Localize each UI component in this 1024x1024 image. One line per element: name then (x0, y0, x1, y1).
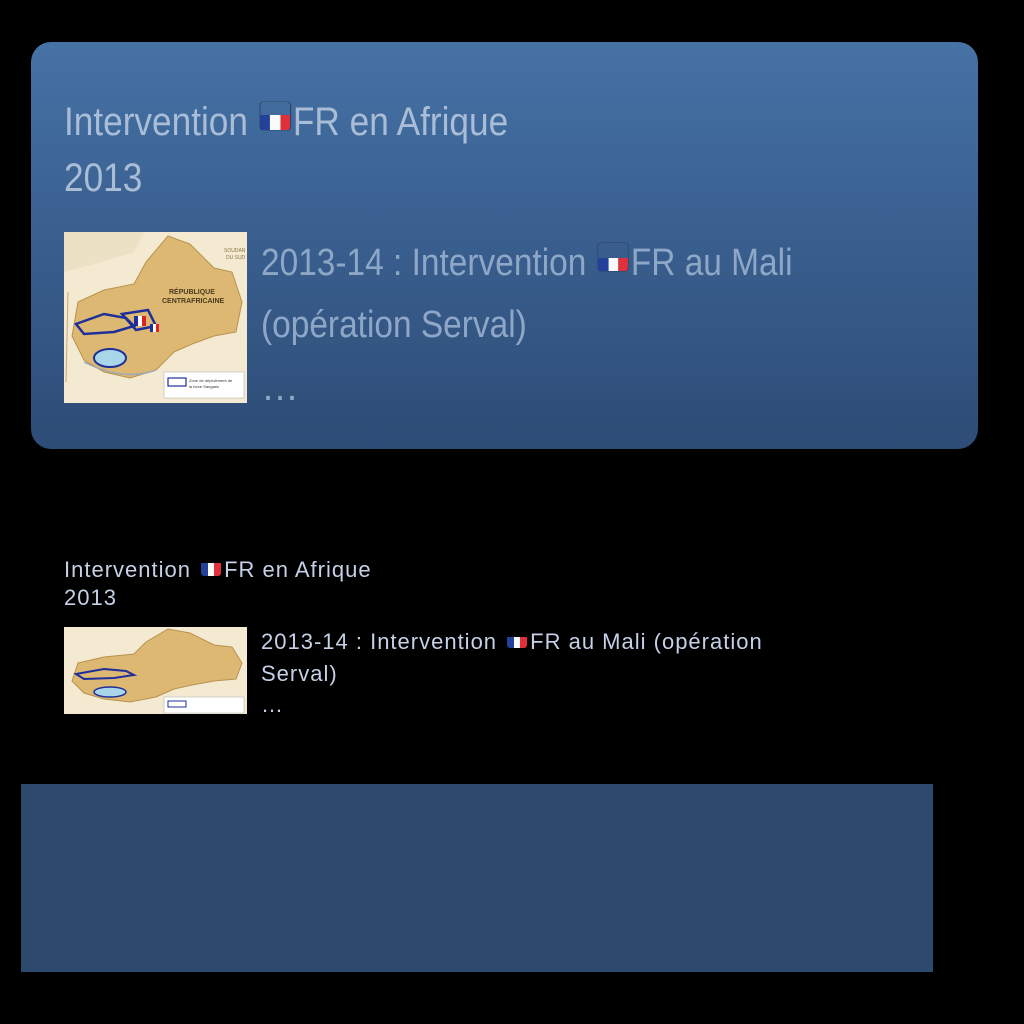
flag-france-icon (201, 559, 222, 576)
plain-more-ellipsis[interactable]: … (261, 692, 285, 718)
empty-panel (21, 784, 933, 972)
svg-text:Zone de déploiement de: Zone de déploiement de (189, 378, 233, 383)
flag-france-icon (507, 631, 528, 648)
plain-year: 2013 (64, 585, 117, 610)
card-title: Intervention FR en Afrique 2013 (64, 100, 509, 200)
map-thumbnail[interactable]: RÉPUBLIQUE CENTRAFRICAINE SOUDAN DU SUD … (64, 232, 247, 403)
plain-title: Intervention FR en Afrique 2013 (64, 557, 372, 610)
svg-text:la force Sangaris: la force Sangaris (189, 384, 219, 389)
svg-text:DU SUD: DU SUD (226, 255, 246, 261)
entry-link[interactable]: 2013-14 : Intervention FR au Mali (opéra… (261, 232, 877, 356)
svg-text:RÉPUBLIQUE: RÉPUBLIQUE (169, 287, 215, 296)
article-card[interactable]: Intervention FR en Afrique 2013 RÉPUBLIQ… (31, 42, 978, 449)
card-year: 2013 (64, 156, 143, 200)
flag-france-icon (598, 243, 629, 271)
plain-entry-link[interactable]: 2013-14 : Intervention FR au Mali (opéra… (261, 626, 961, 690)
more-ellipsis[interactable]: … (261, 367, 301, 410)
flag-france-icon (260, 102, 291, 131)
map-thumbnail[interactable] (64, 627, 247, 714)
svg-text:CENTRAFRICAINE: CENTRAFRICAINE (162, 298, 225, 305)
svg-text:SOUDAN: SOUDAN (224, 248, 246, 254)
